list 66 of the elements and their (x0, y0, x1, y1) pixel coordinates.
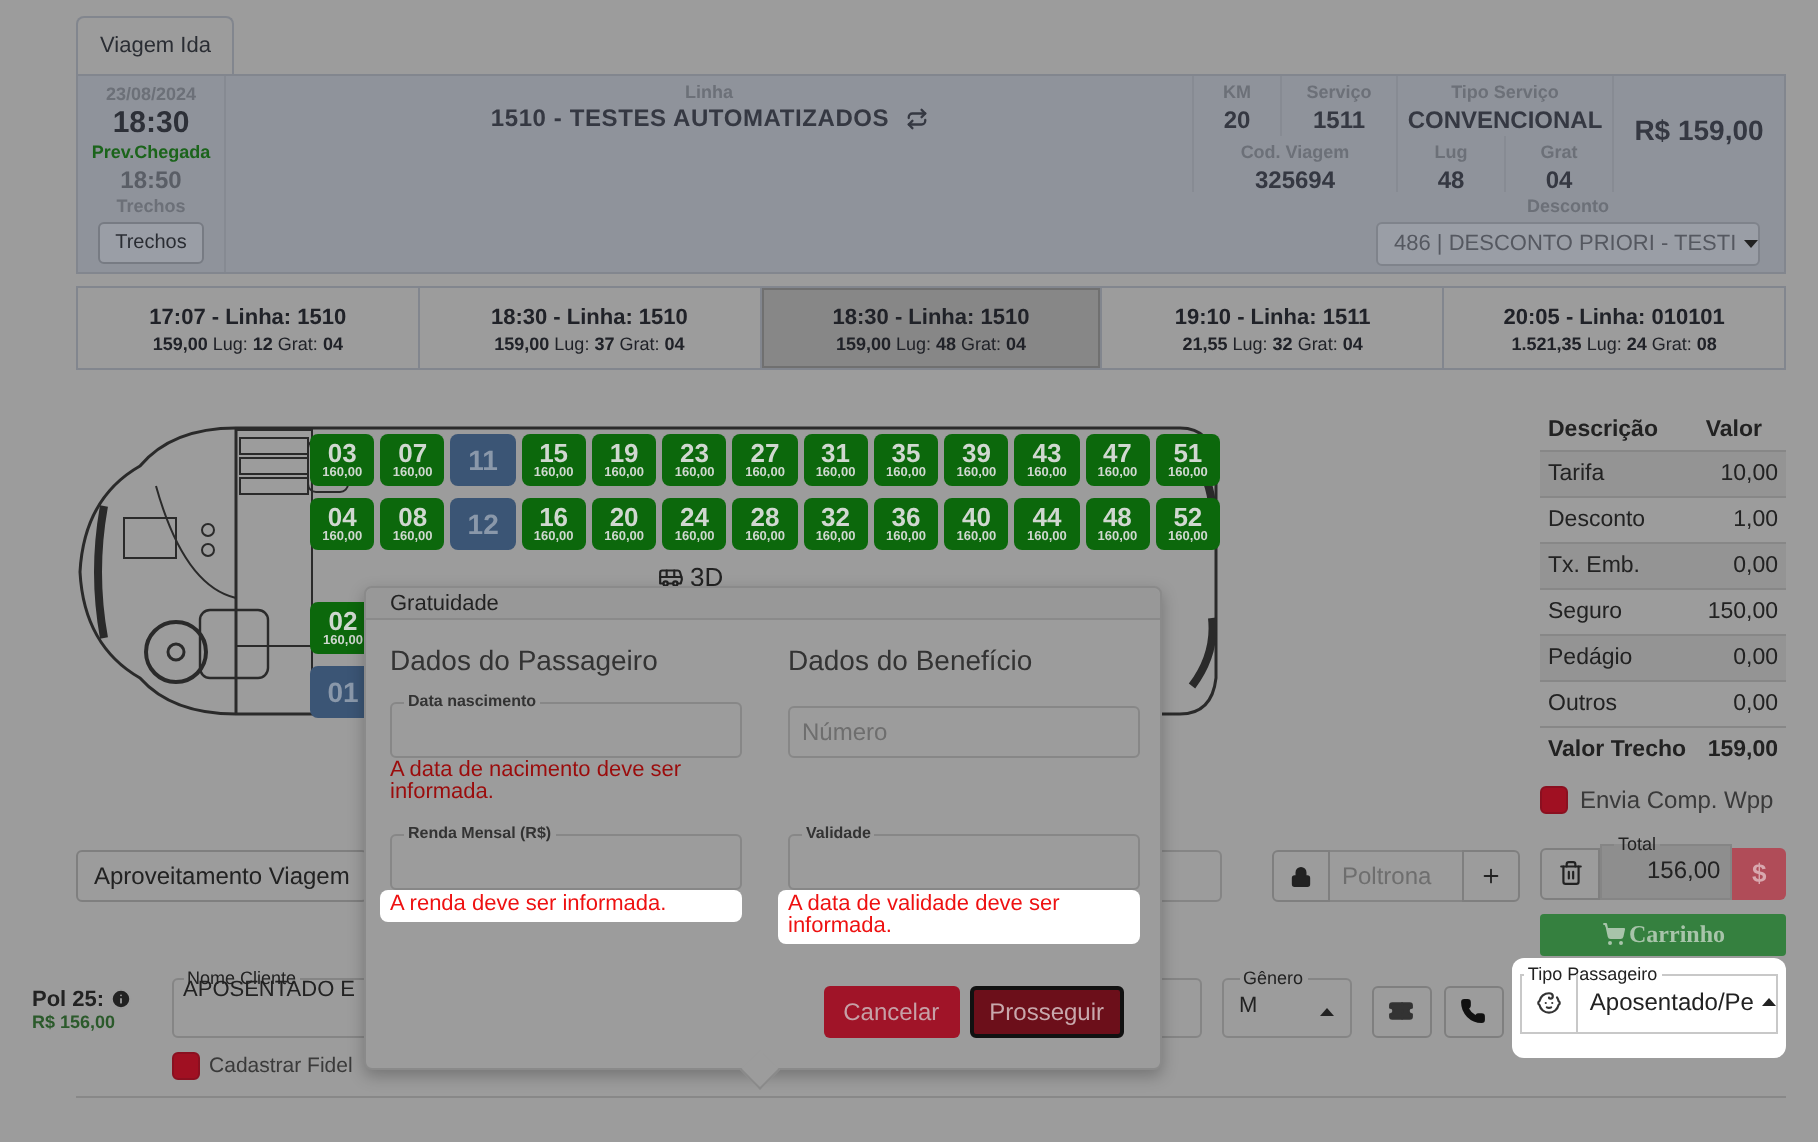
table-cell: 0,00 (1697, 635, 1786, 681)
seat-title: Pol 25: (32, 987, 105, 1011)
seats-value: 48 (1437, 164, 1465, 196)
table-cell: Tarifa (1540, 451, 1698, 497)
bus-icon (658, 563, 684, 589)
table-cell: 159,00 (1697, 727, 1786, 773)
income-field[interactable]: Renda Mensal (R$) (390, 826, 742, 890)
line-name: 1510 - TESTES AUTOMATIZADOS (490, 104, 890, 132)
trash-icon (1557, 860, 1583, 886)
departure-time: 18:30 (112, 106, 190, 142)
discount-dropdown[interactable]: 486 | DESCONTO PRIORI - TESTI (1376, 222, 1760, 266)
free-seats-value: 04 (1545, 164, 1573, 196)
checkbox[interactable] (1540, 785, 1568, 813)
cart-button[interactable]: Carrinho (1540, 913, 1786, 955)
passenger-type-select[interactable]: Tipo Passageiro Aposentado/Pe (1519, 965, 1778, 1033)
table-cell: 0,00 (1697, 543, 1786, 589)
error-message: A data de nacimento deve ser informada. (390, 758, 684, 806)
table-cell: 0,00 (1697, 681, 1786, 727)
segments-button[interactable]: Trechos (97, 222, 205, 264)
arrival-label: Prev.Chegada (91, 142, 211, 164)
floor-label: 3D (690, 561, 724, 591)
lock-icon (1290, 863, 1312, 889)
reuse-trip-button[interactable]: Aproveitamento Viagem (76, 850, 368, 902)
error-message: A data de validade deve ser informada. (778, 890, 1140, 944)
phone-button[interactable] (1443, 985, 1504, 1037)
km-value: 20 (1223, 104, 1251, 136)
birth-date-field[interactable]: Data nascimento (390, 694, 742, 758)
seat-price: R$ 156,00 (32, 1011, 118, 1031)
table-cell: Outros (1540, 681, 1698, 727)
validity-field[interactable]: Validade (788, 826, 1140, 890)
dialog-title: Gratuidade (390, 591, 499, 615)
caret-icon (1744, 240, 1759, 248)
service-type-value: CONVENCIONAL (1407, 104, 1603, 136)
table-cell: Valor Trecho (1540, 727, 1698, 773)
total-field[interactable]: Total 156,00 (1600, 835, 1733, 899)
checkbox-label: Cadastrar Fidel (209, 1053, 353, 1077)
caret-icon (1761, 998, 1776, 1006)
checkbox[interactable] (171, 1051, 200, 1079)
seat[interactable]: 12 (450, 498, 516, 550)
ticket-icon (1388, 998, 1415, 1024)
info-icon[interactable] (110, 988, 133, 1010)
seat[interactable]: 11 (450, 434, 516, 486)
baby-icon (1535, 989, 1562, 1015)
cancel-button[interactable]: Cancelar (823, 986, 960, 1038)
error-message: A renda deve ser informada. (380, 890, 742, 922)
lock-button[interactable] (1272, 850, 1330, 902)
phone-icon (1460, 998, 1487, 1024)
service-value: 1511 (1312, 104, 1366, 136)
trip-code-value: 325694 (1254, 164, 1336, 196)
proceed-button[interactable]: Prosseguir (969, 986, 1124, 1038)
departure-card[interactable]: 18:30 - Linha: 1510 159,00 Lug: 48 Grat: 04 (759, 288, 1101, 368)
tab[interactable]: Viagem Ida (76, 16, 235, 74)
repeat-icon[interactable] (905, 107, 928, 129)
delete-button[interactable] (1540, 847, 1600, 899)
cart-icon (1601, 922, 1625, 946)
table-cell: Tx. Emb. (1540, 543, 1698, 589)
gender-select[interactable]: Gênero M (1221, 969, 1352, 1037)
section-heading: Dados do Passageiro (390, 644, 660, 676)
trip-price: R$ 159,00 (1634, 114, 1764, 146)
caret-icon (1319, 1007, 1334, 1015)
checkbox-label: Envia Comp. Wpp (1580, 785, 1774, 813)
ticket-button[interactable] (1371, 985, 1432, 1037)
table-cell: Pedágio (1540, 635, 1698, 681)
table-cell: 10,00 (1697, 451, 1786, 497)
pay-button[interactable]: $ (1732, 847, 1786, 899)
section-heading: Dados do Benefício (788, 644, 1035, 676)
